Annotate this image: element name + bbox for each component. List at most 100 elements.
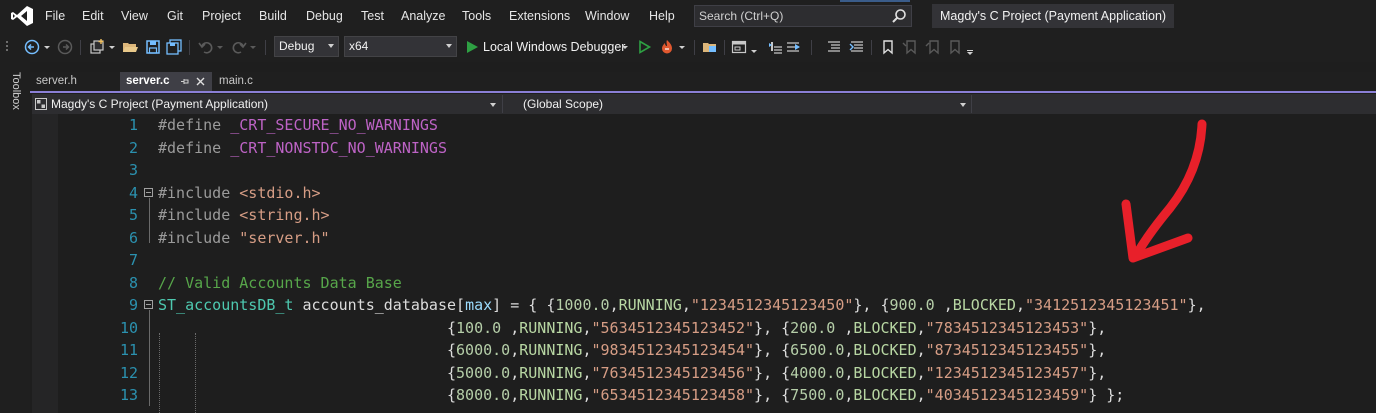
code-token: RUNNING [519, 318, 583, 337]
code-text: {8000.0,RUNNING,"6534512345123458"}, {75… [158, 384, 1124, 407]
tab-server-h[interactable]: server.h [30, 72, 118, 91]
debugger-dropdown-icon[interactable] [621, 39, 629, 55]
solution-platform-select[interactable]: x64 [344, 36, 457, 57]
undo-icon[interactable] [198, 39, 214, 55]
code-line[interactable]: 12 {5000.0,RUNNING,"7634512345123456"}, … [32, 362, 1376, 385]
code-token: , [916, 386, 926, 404]
code-token: "server.h" [239, 228, 330, 247]
code-line[interactable]: 13 {8000.0,RUNNING,"6534512345123458"}, … [32, 384, 1376, 407]
code-token: , [501, 318, 520, 337]
toolbar-overflow-icon[interactable] [966, 39, 974, 55]
collapse-toggle-icon[interactable] [144, 187, 153, 197]
code-token: , [510, 386, 520, 404]
line-number: 1 [128, 116, 138, 134]
next-bookmark-icon[interactable] [925, 39, 941, 55]
line-number: 2 [128, 138, 138, 157]
menu-file[interactable]: File [45, 0, 65, 32]
collapse-toggle-icon[interactable] [144, 300, 153, 309]
code-token: { [158, 318, 457, 337]
previous-bookmark-icon[interactable] [902, 39, 918, 55]
left-tool-strip [0, 62, 30, 413]
save-all-icon[interactable] [166, 39, 182, 55]
menu-project[interactable]: Project [202, 0, 241, 32]
new-project-icon[interactable] [89, 39, 105, 55]
hot-reload-dropdown-icon[interactable] [678, 39, 686, 55]
close-icon[interactable] [196, 77, 205, 86]
menu-test[interactable]: Test [361, 0, 384, 32]
code-token: , [934, 296, 953, 314]
code-line[interactable]: 11 {6000.0,RUNNING,"9834512345123454"}, … [32, 339, 1376, 362]
hot-reload-icon[interactable] [659, 39, 675, 55]
code-text: {5000.0,RUNNING,"7634512345123456"}, {40… [158, 362, 1106, 385]
undo-dropdown-icon[interactable] [216, 39, 224, 55]
open-folder-icon[interactable] [122, 39, 138, 55]
code-line[interactable]: 9 ST_accountsDB_t accounts_database[max] … [32, 294, 1376, 317]
code-line[interactable]: 8 // Valid Accounts Data Base [32, 272, 1376, 295]
line-number: 8 [128, 273, 138, 292]
save-icon[interactable] [145, 39, 161, 55]
code-token: #include [158, 206, 240, 224]
code-token: #define [158, 138, 231, 157]
code-token: 8000.0 [456, 386, 511, 404]
member-scope-select[interactable]: (Global Scope) [523, 95, 969, 113]
code-token: RUNNING [618, 296, 682, 314]
tab-main-c[interactable]: main.c [213, 72, 283, 91]
code-token: "5634512345123452" [591, 318, 755, 337]
menu-tools[interactable]: Tools [462, 0, 491, 32]
pin-icon[interactable] [180, 77, 189, 86]
code-token: , [510, 363, 520, 382]
project-scope-select[interactable]: Magdy's C Project (Payment Application) [34, 95, 500, 113]
uncomment-lines-icon[interactable] [849, 39, 865, 55]
menu-help[interactable]: Help [649, 0, 675, 32]
visual-studio-logo-icon[interactable] [10, 5, 34, 27]
code-token: RUNNING [519, 363, 583, 382]
code-token: 1000.0 [555, 296, 610, 314]
tab-server-c[interactable]: server.c [120, 72, 212, 91]
new-dropdown-icon[interactable] [108, 39, 116, 55]
start-debugger-button[interactable]: Local Windows Debugger [483, 32, 625, 62]
code-token: BLOCKED [853, 318, 917, 337]
navigate-back-icon[interactable] [24, 39, 40, 55]
redo-icon[interactable] [231, 39, 247, 55]
window-layout-icon[interactable] [731, 39, 747, 55]
code-token: BLOCKED [853, 341, 917, 359]
code-token: , [510, 341, 520, 359]
code-line[interactable]: 10 {100.0 ,RUNNING,"5634512345123452"}, … [32, 317, 1376, 340]
tab-label: main.c [219, 75, 253, 87]
code-token: BLOCKED [853, 386, 917, 404]
search-box[interactable]: Search (Ctrl+Q) [694, 5, 912, 27]
start-without-debugging-icon[interactable] [636, 39, 652, 55]
menu-view[interactable]: View [121, 0, 148, 32]
layout-dropdown-icon[interactable] [750, 39, 758, 55]
browse-folder-icon[interactable] [702, 39, 718, 55]
navigate-forward-icon[interactable] [57, 39, 73, 55]
line-number: 11 [119, 341, 138, 359]
clear-bookmarks-icon[interactable] [947, 39, 963, 55]
menu-window[interactable]: Window [585, 0, 629, 32]
menu-extensions[interactable]: Extensions [509, 0, 570, 32]
step-out-icon[interactable] [785, 39, 801, 55]
chevron-down-icon [446, 44, 452, 48]
line-number: 5 [128, 206, 138, 224]
menu-edit[interactable]: Edit [82, 0, 104, 32]
menu-analyze[interactable]: Analyze [401, 0, 445, 32]
menu-git[interactable]: Git [167, 0, 183, 32]
solution-title[interactable]: Magdy's C Project (Payment Application) [932, 4, 1175, 28]
menu-build[interactable]: Build [259, 0, 287, 32]
redo-dropdown-icon[interactable] [249, 39, 257, 55]
code-token: 6500.0 [790, 341, 845, 359]
line-number: 7 [128, 251, 138, 269]
code-token: "3412512345123451" [1025, 296, 1188, 314]
step-over-icon[interactable] [767, 39, 783, 55]
bookmark-icon[interactable] [880, 39, 896, 55]
solution-configuration-select[interactable]: Debug [274, 36, 339, 57]
toolbox-tab[interactable]: Toolbox [10, 72, 22, 110]
code-token: 6000.0 [456, 341, 511, 359]
code-token: { [158, 341, 457, 359]
start-debugging-icon[interactable] [464, 39, 480, 55]
back-dropdown-icon[interactable] [43, 39, 51, 55]
toolbar-separator [811, 40, 812, 55]
toolbar-grip-icon[interactable] [5, 39, 10, 55]
comment-lines-icon[interactable] [826, 39, 842, 55]
menu-debug[interactable]: Debug [306, 0, 343, 32]
